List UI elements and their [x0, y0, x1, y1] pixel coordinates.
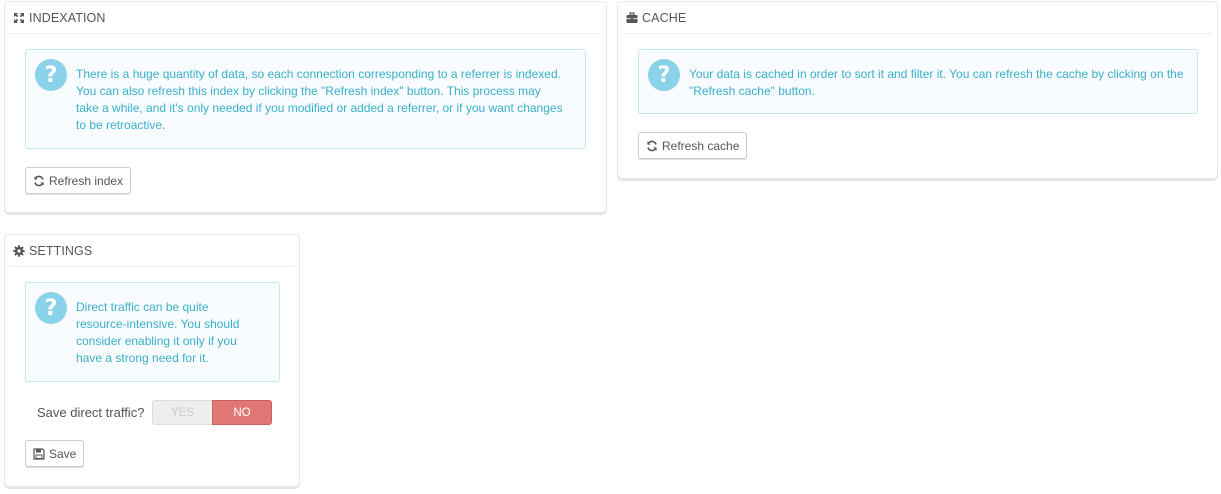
save-label: Save: [49, 446, 77, 461]
gear-icon: [13, 244, 25, 257]
save-button[interactable]: Save: [25, 440, 85, 467]
save-direct-traffic-label: Save direct traffic?: [37, 405, 145, 420]
cache-title: CACHE: [642, 10, 687, 25]
indexation-info-text: There is a huge quantity of data, so eac…: [76, 67, 563, 132]
settings-panel: SETTINGS ? Direct traffic can be quite r…: [4, 234, 300, 487]
save-direct-traffic-switch: YES NO: [152, 400, 272, 425]
cache-info-alert: ? Your data is cached in order to sort i…: [638, 49, 1198, 114]
briefcase-icon: [626, 11, 638, 24]
indexation-info-alert: ? There is a huge quantity of data, so e…: [25, 49, 586, 149]
switch-option-yes[interactable]: YES: [152, 400, 212, 425]
question-circle-icon: ?: [35, 292, 67, 324]
cache-info-text: Your data is cached in order to sort it …: [689, 67, 1184, 98]
question-circle-icon: ?: [648, 59, 680, 91]
settings-info-alert: ? Direct traffic can be quite resource-i…: [25, 282, 280, 382]
refresh-icon: [33, 175, 45, 187]
indexation-title: INDEXATION: [29, 10, 106, 25]
refresh-icon: [646, 140, 658, 152]
settings-info-text: Direct traffic can be quite resource-int…: [76, 300, 240, 365]
refresh-cache-label: Refresh cache: [662, 138, 740, 153]
refresh-index-button[interactable]: Refresh index: [25, 167, 132, 194]
cache-panel-heading: CACHE: [623, 2, 1212, 34]
refresh-index-label: Refresh index: [49, 173, 124, 188]
switch-option-no[interactable]: NO: [212, 400, 272, 425]
settings-title: SETTINGS: [29, 243, 93, 258]
indexation-panel-heading: INDEXATION: [10, 2, 601, 34]
expand-icon: [13, 12, 25, 24]
floppy-disk-icon: [33, 447, 45, 460]
settings-panel-heading: SETTINGS: [10, 235, 294, 267]
question-circle-icon: ?: [35, 59, 67, 91]
refresh-cache-button[interactable]: Refresh cache: [638, 132, 748, 159]
indexation-panel: INDEXATION ? There is a huge quantity of…: [4, 1, 607, 213]
cache-panel: CACHE ? Your data is cached in order to …: [617, 1, 1218, 179]
